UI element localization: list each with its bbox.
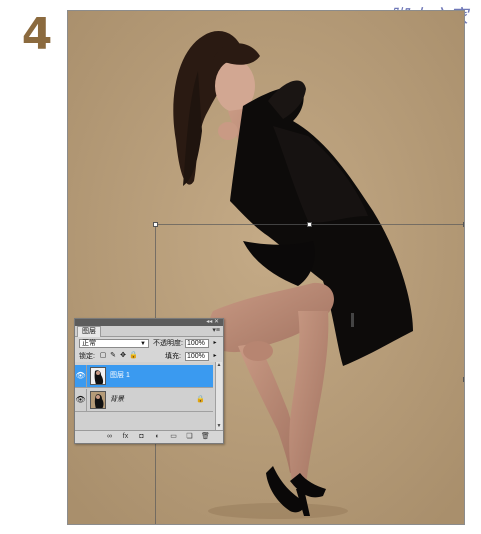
- panel-menu-icon[interactable]: ▾≡: [212, 326, 220, 336]
- opacity-input[interactable]: 100%: [185, 339, 209, 348]
- group-icon[interactable]: ▭: [169, 432, 178, 441]
- blend-row: 正常 ▼ 不透明度: 100% ▸: [75, 337, 223, 350]
- trash-icon[interactable]: 🗑: [201, 432, 210, 441]
- panel-collapse-icon[interactable]: ◂◂ ✕: [206, 319, 219, 326]
- lock-icon: 🔒: [196, 396, 205, 403]
- scroll-up-icon[interactable]: ▲: [216, 362, 222, 369]
- mask-icon[interactable]: ◘: [137, 432, 146, 441]
- new-layer-icon[interactable]: ❏: [185, 432, 194, 441]
- tab-layers[interactable]: 图层: [77, 326, 101, 337]
- blend-mode-value: 正常: [82, 340, 96, 347]
- layer-name[interactable]: 背景: [110, 389, 124, 411]
- panel-tab-row: 图层 ▾≡: [75, 326, 223, 337]
- step-number: 4: [10, 8, 64, 62]
- layer-name[interactable]: 图层 1: [110, 365, 130, 387]
- scroll-down-icon[interactable]: ▼: [216, 423, 222, 430]
- link-icon[interactable]: ∞: [105, 432, 114, 441]
- panel-titlebar[interactable]: ◂◂ ✕: [75, 319, 223, 326]
- fx-icon[interactable]: fx: [121, 432, 130, 441]
- photo-model: [68, 11, 464, 524]
- lock-transparency-icon[interactable]: ▢: [99, 352, 107, 360]
- layers-panel: ◂◂ ✕ 图层 ▾≡ 正常 ▼ 不透明度: 100% ▸ 锁定: ▢ ✎ ✥ 🔒…: [74, 318, 224, 444]
- eye-icon[interactable]: 👁: [75, 389, 87, 411]
- layer-list-scrollbar[interactable]: ▲ ▼: [215, 362, 222, 430]
- document-canvas[interactable]: [67, 10, 465, 525]
- eye-icon[interactable]: 👁: [75, 365, 87, 387]
- lock-position-icon[interactable]: ✥: [119, 352, 127, 360]
- fill-label: 填充:: [165, 353, 181, 360]
- fill-input[interactable]: 100%: [185, 352, 209, 361]
- lock-label: 锁定:: [79, 353, 95, 360]
- opacity-slider-arrow-icon[interactable]: ▸: [211, 339, 219, 348]
- panel-bottom-toolbar: ∞ fx ◘ ◐ ▭ ❏ 🗑: [75, 430, 223, 443]
- adjustment-icon[interactable]: ◐: [153, 432, 162, 441]
- fill-slider-arrow-icon[interactable]: ▸: [211, 352, 219, 361]
- layer-thumbnail: [90, 391, 106, 409]
- lock-all-icon[interactable]: 🔒: [129, 352, 138, 360]
- layer-row[interactable]: 👁 背景 🔒: [75, 389, 213, 412]
- lock-pixels-icon[interactable]: ✎: [109, 352, 117, 360]
- layer-list: 👁 图层 1 👁 背景 🔒: [75, 362, 215, 430]
- opacity-label: 不透明度:: [153, 340, 183, 347]
- blend-mode-select[interactable]: 正常 ▼: [79, 339, 149, 348]
- chevron-down-icon: ▼: [140, 341, 146, 347]
- layer-thumbnail: [90, 367, 106, 385]
- layer-row[interactable]: 👁 图层 1: [75, 365, 213, 388]
